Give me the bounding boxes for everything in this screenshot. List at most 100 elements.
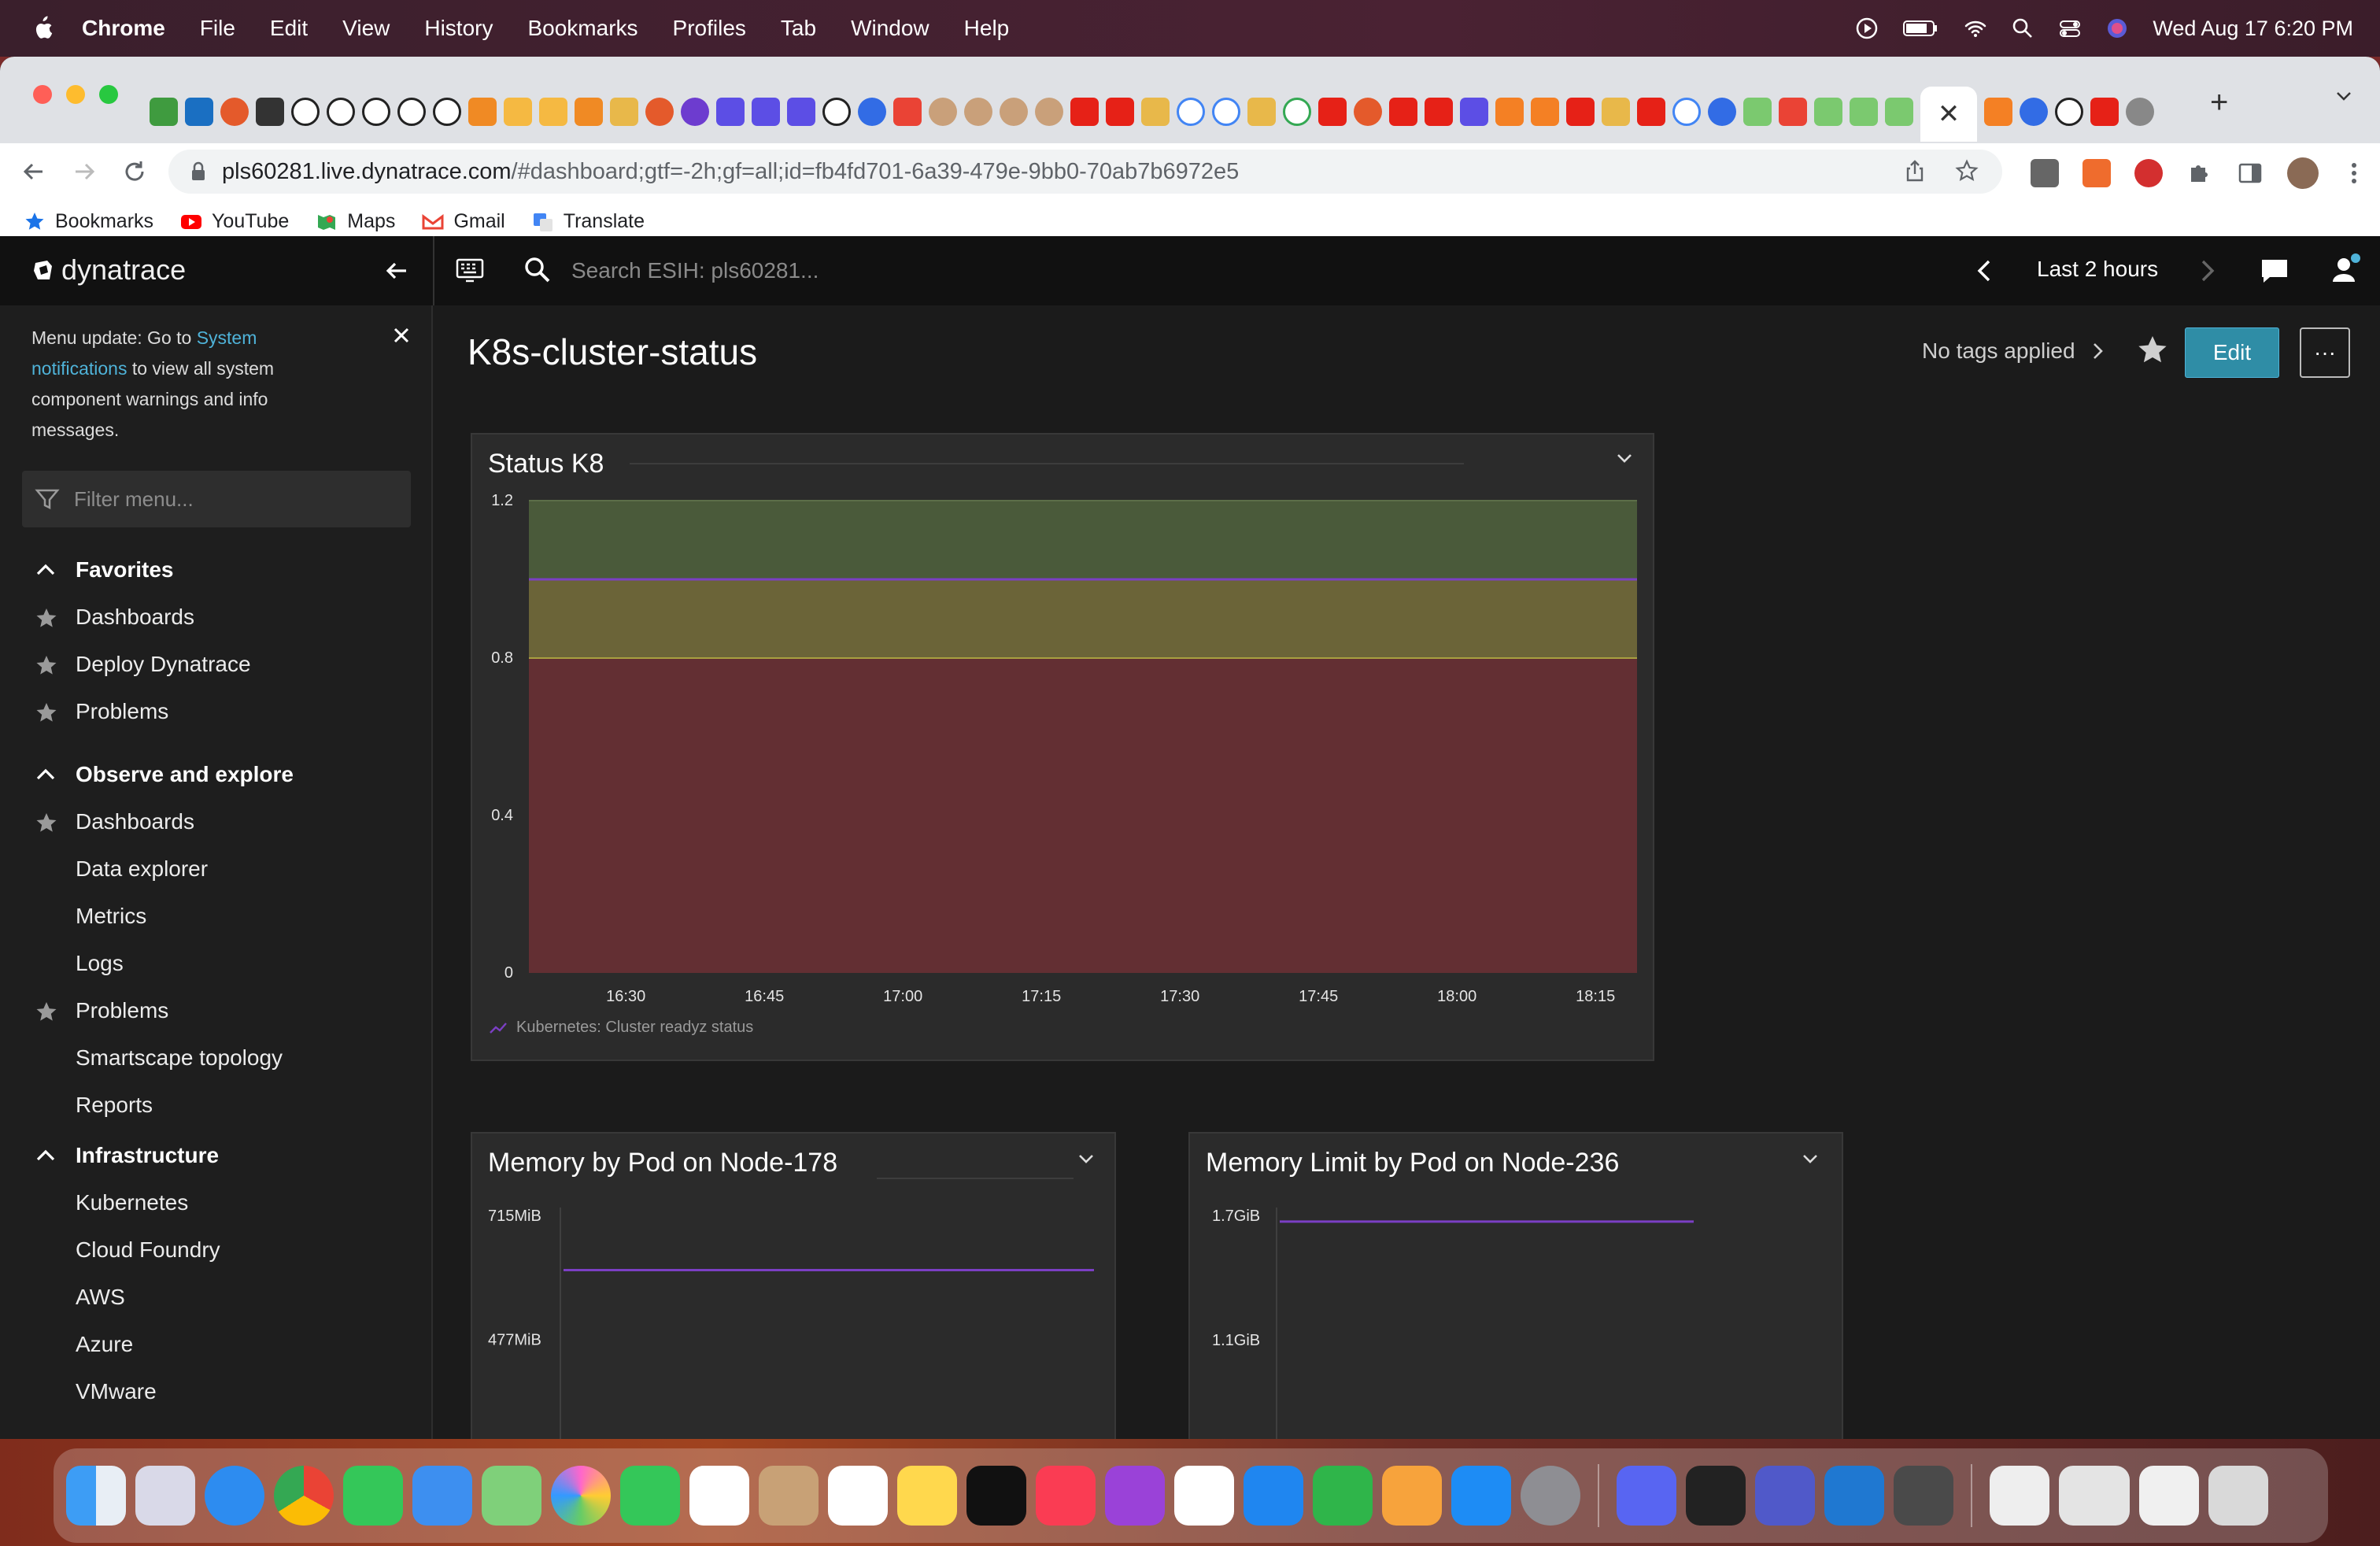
youtube-tab-icon[interactable] [1318,98,1347,126]
keyboard-shortcuts-icon[interactable] [455,257,485,285]
sidebar-item-azure[interactable]: Azure [0,1321,431,1368]
chart-legend[interactable]: Kubernetes: Cluster readyz status [490,1019,753,1037]
profile-avatar[interactable] [2287,157,2319,189]
menu-history[interactable]: History [424,16,493,41]
bookmark-star-icon[interactable] [1955,159,1979,183]
reminders-icon[interactable] [828,1466,888,1526]
sidebar-item-dashboards[interactable]: Dashboards [0,594,431,641]
document-icon[interactable] [2059,1466,2130,1526]
document-icon[interactable] [2139,1466,2199,1526]
active-tab-dynatrace[interactable]: ✕ [1920,87,1977,142]
box-tab-icon[interactable] [1602,98,1630,126]
terraform-tab-icon[interactable] [787,98,815,126]
youtube-tab-icon[interactable] [1425,98,1453,126]
launchpad-icon[interactable] [135,1466,195,1526]
document-icon[interactable] [1990,1466,2049,1526]
menu-tab[interactable]: Tab [781,16,816,41]
star-icon[interactable] [35,812,58,835]
chevron-down-icon[interactable] [1799,1148,1821,1170]
edit-button[interactable]: Edit [2185,327,2279,378]
sidebar-item-cloud-foundry[interactable]: Cloud Foundry [0,1226,431,1274]
kubernetes-tab-icon[interactable] [858,98,886,126]
github-tab-icon[interactable] [327,98,355,126]
search-icon[interactable] [523,255,552,285]
chevron-down-icon[interactable] [1613,447,1635,469]
mail-icon[interactable] [412,1466,472,1526]
clock[interactable]: Wed Aug 17 6:20 PM [2153,17,2353,41]
favorite-star-icon[interactable] [2136,334,2169,367]
user-notifications-icon[interactable] [2330,252,2361,287]
nav-section-header[interactable]: Infrastructure [0,1132,431,1179]
contacts-icon[interactable] [759,1466,819,1526]
github-tab-icon[interactable] [362,98,390,126]
star-icon[interactable] [35,654,58,678]
extension-icon[interactable] [2134,159,2163,187]
youtube-tab-icon[interactable] [1637,98,1665,126]
sidebar-item-reports[interactable]: Reports [0,1082,431,1129]
keynote-icon[interactable] [1244,1466,1303,1526]
spotlight-search-icon[interactable] [2011,17,2034,40]
share-icon[interactable] [1903,159,1927,183]
kubernetes-tab-icon[interactable] [1708,98,1736,126]
box-tab-icon[interactable] [1247,98,1276,126]
menu-bookmarks[interactable]: Bookmarks [527,16,638,41]
photos-icon[interactable] [551,1466,611,1526]
kubernetes-tab-icon[interactable] [2020,98,2048,126]
sidebar-item-kubernetes[interactable]: Kubernetes [0,1179,431,1226]
close-window-button[interactable] [33,85,52,104]
youtube-tab-icon[interactable] [1070,98,1099,126]
chrome-icon[interactable] [274,1466,334,1526]
youtube-tab-icon[interactable] [1566,98,1595,126]
discord-icon[interactable] [1617,1466,1676,1526]
system-preferences-icon[interactable] [1521,1466,1580,1526]
gmail-tab-icon[interactable] [1779,98,1807,126]
github-tab-icon[interactable] [822,98,851,126]
more-options-button[interactable]: ··· [2300,327,2350,378]
menu-profiles[interactable]: Profiles [673,16,746,41]
app-tab-icon[interactable] [256,98,284,126]
chevron-down-icon[interactable] [2334,87,2353,105]
play-circle-icon[interactable] [1855,17,1879,40]
facetime-icon[interactable] [620,1466,680,1526]
box-tab-icon[interactable] [610,98,638,126]
google-tab-icon[interactable] [1177,98,1205,126]
side-panel-icon[interactable] [2237,160,2264,187]
timeframe-next-chevron-icon[interactable] [2193,257,2221,285]
info-tab-icon[interactable] [681,98,709,126]
bookmark-youtube[interactable]: YouTube [180,210,289,233]
apple-icon[interactable] [30,15,54,42]
address-bar[interactable]: pls60281.live.dynatrace.com/#dashboard;g… [168,150,2002,194]
teams-icon[interactable] [1755,1466,1815,1526]
globe-tab-icon[interactable] [2126,98,2154,126]
app-tab-icon[interactable] [220,98,249,126]
trash-icon[interactable] [2208,1466,2268,1526]
close-icon[interactable] [392,326,411,345]
search-input[interactable] [571,253,1044,288]
terraform-tab-icon[interactable] [1460,98,1488,126]
sidebar-item-dashboards[interactable]: Dashboards [0,798,431,845]
collapse-menu-arrow-icon[interactable] [382,257,411,285]
star-icon[interactable] [35,701,58,725]
app-tab-icon[interactable] [1354,98,1382,126]
extension-icon[interactable] [2082,159,2111,187]
music-icon[interactable] [1036,1466,1096,1526]
menu-edit[interactable]: Edit [270,16,308,41]
close-tab-icon[interactable]: ✕ [1938,98,1961,130]
bookmark-bookmarks[interactable]: Bookmarks [24,210,153,233]
sidebar-item-logs[interactable]: Logs [0,940,431,987]
app-tab-icon[interactable] [645,98,674,126]
outlook-tab-icon[interactable] [185,98,213,126]
new-tab-button[interactable]: + [2210,85,2228,120]
zoom-window-button[interactable] [99,85,118,104]
terraform-tab-icon[interactable] [752,98,780,126]
stackoverflow-tab-icon[interactable] [1495,98,1524,126]
github-tab-icon[interactable] [433,98,461,126]
nav-section-header[interactable]: Favorites [0,546,431,594]
tags-selector[interactable]: No tags applied [1922,338,2107,364]
bookmark-maps[interactable]: Maps [316,210,395,233]
filter-menu-input[interactable] [74,482,389,516]
maps-icon[interactable] [482,1466,541,1526]
menu-help[interactable]: Help [964,16,1010,41]
avatar-tab-icon[interactable] [1000,98,1028,126]
dynatrace-logo[interactable]: dynatrace [31,253,186,287]
